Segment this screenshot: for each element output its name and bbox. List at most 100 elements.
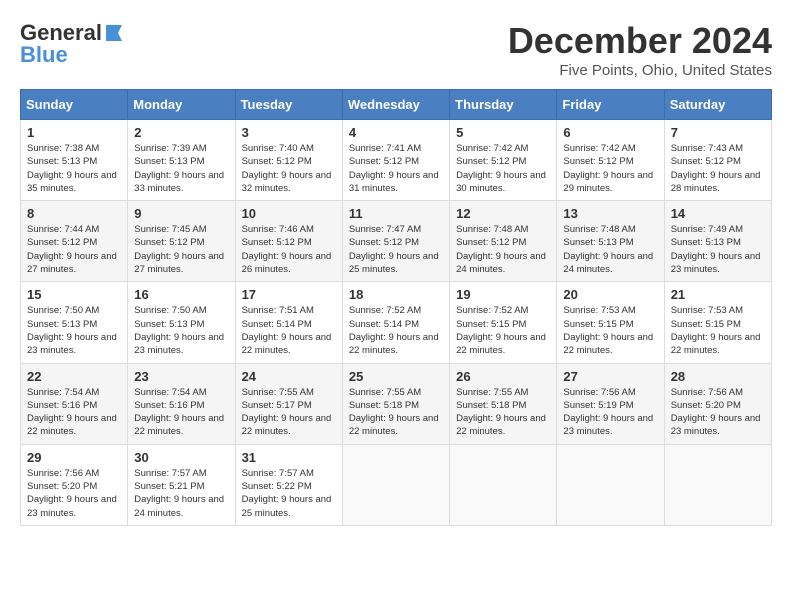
day-info: Sunrise: 7:47 AMSunset: 5:12 PMDaylight:… (349, 224, 439, 275)
day-info: Sunrise: 7:54 AMSunset: 5:16 PMDaylight:… (27, 387, 117, 438)
day-info: Sunrise: 7:56 AMSunset: 5:19 PMDaylight:… (563, 387, 653, 438)
calendar-cell: 23 Sunrise: 7:54 AMSunset: 5:16 PMDaylig… (128, 363, 235, 444)
day-info: Sunrise: 7:38 AMSunset: 5:13 PMDaylight:… (27, 143, 117, 194)
day-info: Sunrise: 7:45 AMSunset: 5:12 PMDaylight:… (134, 224, 224, 275)
calendar-cell (450, 444, 557, 525)
calendar-cell: 7 Sunrise: 7:43 AMSunset: 5:12 PMDayligh… (664, 120, 771, 201)
calendar-week-row: 8 Sunrise: 7:44 AMSunset: 5:12 PMDayligh… (21, 201, 772, 282)
calendar-week-row: 29 Sunrise: 7:56 AMSunset: 5:20 PMDaylig… (21, 444, 772, 525)
calendar-cell: 13 Sunrise: 7:48 AMSunset: 5:13 PMDaylig… (557, 201, 664, 282)
day-number: 18 (349, 287, 443, 302)
day-number: 29 (27, 450, 121, 465)
calendar-cell: 9 Sunrise: 7:45 AMSunset: 5:12 PMDayligh… (128, 201, 235, 282)
day-info: Sunrise: 7:52 AMSunset: 5:14 PMDaylight:… (349, 305, 439, 356)
day-number: 7 (671, 125, 765, 140)
calendar-cell: 2 Sunrise: 7:39 AMSunset: 5:13 PMDayligh… (128, 120, 235, 201)
calendar-cell: 17 Sunrise: 7:51 AMSunset: 5:14 PMDaylig… (235, 282, 342, 363)
day-info: Sunrise: 7:50 AMSunset: 5:13 PMDaylight:… (134, 305, 224, 356)
day-number: 26 (456, 369, 550, 384)
day-info: Sunrise: 7:40 AMSunset: 5:12 PMDaylight:… (242, 143, 332, 194)
weekday-header-monday: Monday (128, 90, 235, 120)
day-number: 6 (563, 125, 657, 140)
calendar-cell: 24 Sunrise: 7:55 AMSunset: 5:17 PMDaylig… (235, 363, 342, 444)
calendar-cell: 29 Sunrise: 7:56 AMSunset: 5:20 PMDaylig… (21, 444, 128, 525)
weekday-header-wednesday: Wednesday (342, 90, 449, 120)
day-info: Sunrise: 7:43 AMSunset: 5:12 PMDaylight:… (671, 143, 761, 194)
day-number: 12 (456, 206, 550, 221)
calendar-cell: 16 Sunrise: 7:50 AMSunset: 5:13 PMDaylig… (128, 282, 235, 363)
day-info: Sunrise: 7:50 AMSunset: 5:13 PMDaylight:… (27, 305, 117, 356)
calendar-cell: 8 Sunrise: 7:44 AMSunset: 5:12 PMDayligh… (21, 201, 128, 282)
day-info: Sunrise: 7:41 AMSunset: 5:12 PMDaylight:… (349, 143, 439, 194)
weekday-header-friday: Friday (557, 90, 664, 120)
day-info: Sunrise: 7:51 AMSunset: 5:14 PMDaylight:… (242, 305, 332, 356)
day-number: 31 (242, 450, 336, 465)
day-info: Sunrise: 7:49 AMSunset: 5:13 PMDaylight:… (671, 224, 761, 275)
day-number: 25 (349, 369, 443, 384)
calendar-cell: 4 Sunrise: 7:41 AMSunset: 5:12 PMDayligh… (342, 120, 449, 201)
day-info: Sunrise: 7:57 AMSunset: 5:22 PMDaylight:… (242, 468, 332, 519)
calendar-week-row: 1 Sunrise: 7:38 AMSunset: 5:13 PMDayligh… (21, 120, 772, 201)
day-number: 28 (671, 369, 765, 384)
calendar-cell: 18 Sunrise: 7:52 AMSunset: 5:14 PMDaylig… (342, 282, 449, 363)
calendar-week-row: 15 Sunrise: 7:50 AMSunset: 5:13 PMDaylig… (21, 282, 772, 363)
logo-blue-text: Blue (20, 42, 68, 68)
day-number: 27 (563, 369, 657, 384)
calendar-cell (664, 444, 771, 525)
calendar-cell: 3 Sunrise: 7:40 AMSunset: 5:12 PMDayligh… (235, 120, 342, 201)
month-title: December 2024 (508, 20, 772, 62)
day-info: Sunrise: 7:42 AMSunset: 5:12 PMDaylight:… (456, 143, 546, 194)
day-info: Sunrise: 7:42 AMSunset: 5:12 PMDaylight:… (563, 143, 653, 194)
day-number: 20 (563, 287, 657, 302)
calendar-cell: 27 Sunrise: 7:56 AMSunset: 5:19 PMDaylig… (557, 363, 664, 444)
day-number: 10 (242, 206, 336, 221)
calendar-cell: 15 Sunrise: 7:50 AMSunset: 5:13 PMDaylig… (21, 282, 128, 363)
weekday-header-thursday: Thursday (450, 90, 557, 120)
day-number: 16 (134, 287, 228, 302)
weekday-header-sunday: Sunday (21, 90, 128, 120)
day-info: Sunrise: 7:55 AMSunset: 5:18 PMDaylight:… (349, 387, 439, 438)
day-number: 19 (456, 287, 550, 302)
calendar-cell: 28 Sunrise: 7:56 AMSunset: 5:20 PMDaylig… (664, 363, 771, 444)
day-number: 30 (134, 450, 228, 465)
day-info: Sunrise: 7:48 AMSunset: 5:13 PMDaylight:… (563, 224, 653, 275)
day-info: Sunrise: 7:57 AMSunset: 5:21 PMDaylight:… (134, 468, 224, 519)
logo: General Blue (20, 20, 124, 68)
day-number: 14 (671, 206, 765, 221)
day-info: Sunrise: 7:55 AMSunset: 5:18 PMDaylight:… (456, 387, 546, 438)
day-number: 11 (349, 206, 443, 221)
calendar-cell: 21 Sunrise: 7:53 AMSunset: 5:15 PMDaylig… (664, 282, 771, 363)
day-number: 21 (671, 287, 765, 302)
calendar-cell: 20 Sunrise: 7:53 AMSunset: 5:15 PMDaylig… (557, 282, 664, 363)
calendar-cell: 12 Sunrise: 7:48 AMSunset: 5:12 PMDaylig… (450, 201, 557, 282)
calendar-cell: 6 Sunrise: 7:42 AMSunset: 5:12 PMDayligh… (557, 120, 664, 201)
day-info: Sunrise: 7:56 AMSunset: 5:20 PMDaylight:… (671, 387, 761, 438)
calendar-cell: 5 Sunrise: 7:42 AMSunset: 5:12 PMDayligh… (450, 120, 557, 201)
calendar-cell: 1 Sunrise: 7:38 AMSunset: 5:13 PMDayligh… (21, 120, 128, 201)
calendar-cell: 31 Sunrise: 7:57 AMSunset: 5:22 PMDaylig… (235, 444, 342, 525)
day-info: Sunrise: 7:44 AMSunset: 5:12 PMDaylight:… (27, 224, 117, 275)
calendar-cell: 14 Sunrise: 7:49 AMSunset: 5:13 PMDaylig… (664, 201, 771, 282)
day-number: 3 (242, 125, 336, 140)
day-info: Sunrise: 7:52 AMSunset: 5:15 PMDaylight:… (456, 305, 546, 356)
day-info: Sunrise: 7:54 AMSunset: 5:16 PMDaylight:… (134, 387, 224, 438)
calendar-cell: 30 Sunrise: 7:57 AMSunset: 5:21 PMDaylig… (128, 444, 235, 525)
calendar-cell: 10 Sunrise: 7:46 AMSunset: 5:12 PMDaylig… (235, 201, 342, 282)
day-info: Sunrise: 7:48 AMSunset: 5:12 PMDaylight:… (456, 224, 546, 275)
day-info: Sunrise: 7:53 AMSunset: 5:15 PMDaylight:… (563, 305, 653, 356)
calendar-cell: 19 Sunrise: 7:52 AMSunset: 5:15 PMDaylig… (450, 282, 557, 363)
page-header: General Blue December 2024 Five Points, … (20, 20, 772, 79)
weekday-header-row: SundayMondayTuesdayWednesdayThursdayFrid… (21, 90, 772, 120)
calendar-cell: 11 Sunrise: 7:47 AMSunset: 5:12 PMDaylig… (342, 201, 449, 282)
title-area: December 2024 Five Points, Ohio, United … (508, 20, 772, 79)
location-title: Five Points, Ohio, United States (508, 62, 772, 79)
calendar-cell: 26 Sunrise: 7:55 AMSunset: 5:18 PMDaylig… (450, 363, 557, 444)
day-info: Sunrise: 7:53 AMSunset: 5:15 PMDaylight:… (671, 305, 761, 356)
weekday-header-saturday: Saturday (664, 90, 771, 120)
day-info: Sunrise: 7:39 AMSunset: 5:13 PMDaylight:… (134, 143, 224, 194)
day-info: Sunrise: 7:55 AMSunset: 5:17 PMDaylight:… (242, 387, 332, 438)
day-number: 13 (563, 206, 657, 221)
day-number: 5 (456, 125, 550, 140)
calendar-cell (342, 444, 449, 525)
weekday-header-tuesday: Tuesday (235, 90, 342, 120)
